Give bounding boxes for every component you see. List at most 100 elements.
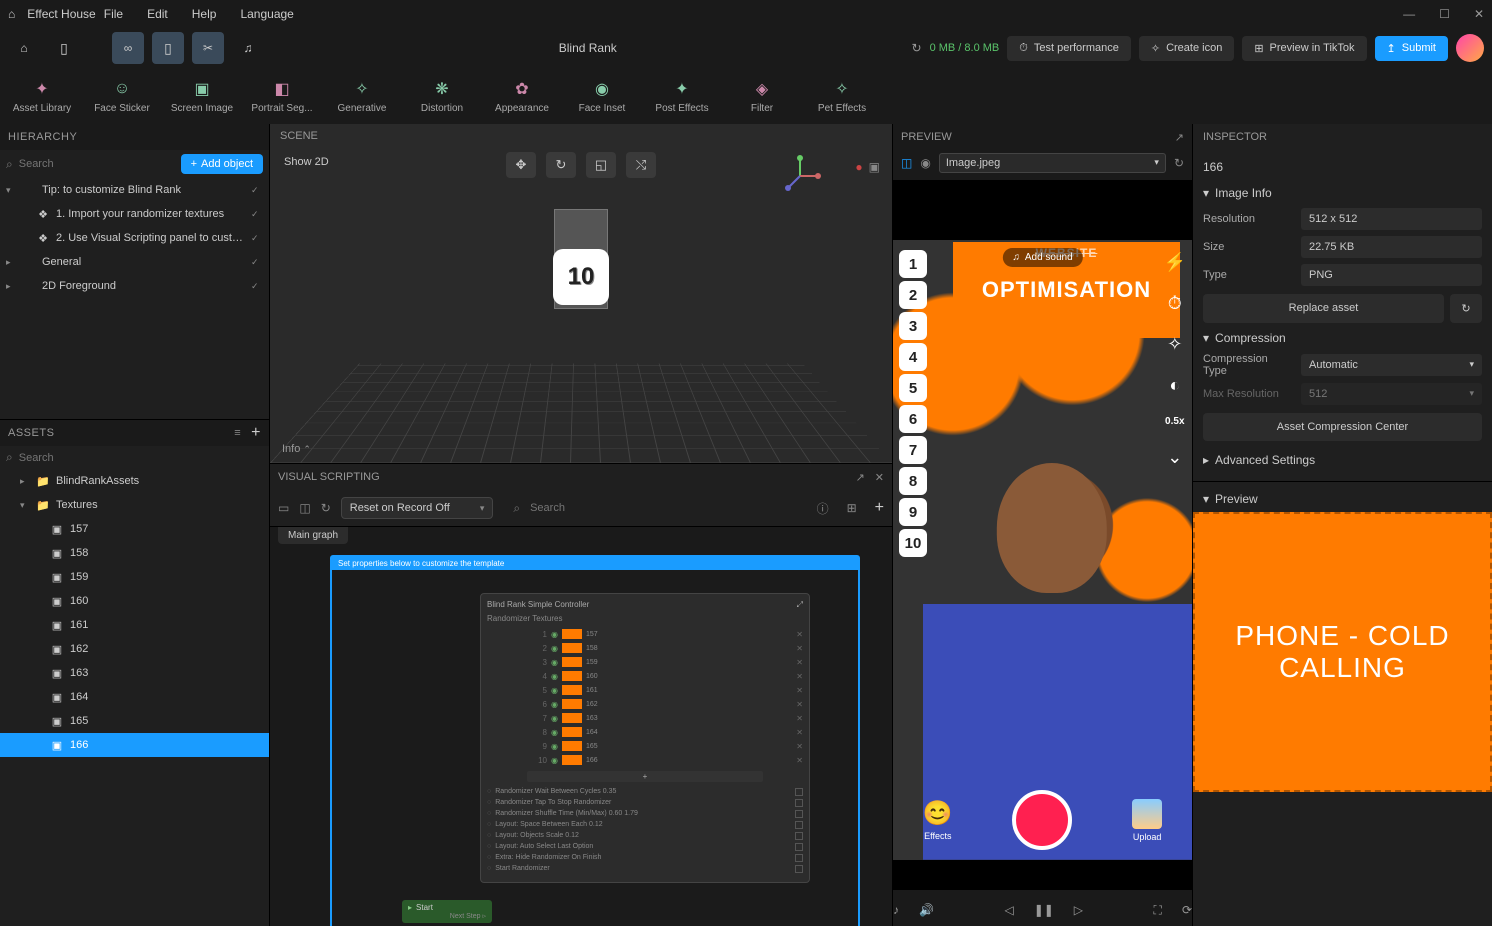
node-output[interactable]: Selected Rank Index ▸ [868, 747, 892, 761]
asset-item[interactable]: ▾📁Textures [0, 493, 269, 517]
texture-row[interactable]: 1◉157✕ [487, 627, 803, 641]
volume-icon[interactable]: 🔊 [919, 903, 934, 917]
ar-icon[interactable]: ◫ [901, 156, 912, 170]
node-setting-row[interactable]: ○ Randomizer Tap To Stop Randomizer [487, 799, 803, 807]
chevron-down-icon[interactable] [1203, 186, 1209, 200]
asset-item[interactable]: ▣166 [0, 733, 269, 757]
refresh-graph-icon[interactable]: ↻ [321, 501, 331, 515]
camera-icon[interactable]: ◉ [920, 156, 930, 170]
chevron-down-icon[interactable] [1203, 331, 1209, 345]
timer-icon[interactable]: ⏱ [1168, 293, 1182, 314]
tiktok-icon[interactable]: ♪ [893, 903, 899, 917]
fullscreen-icon[interactable]: ⛶ [1154, 903, 1162, 918]
add-asset-icon[interactable]: + [251, 424, 261, 442]
hierarchy-item[interactable]: ❖2. Use Visual Scripting panel to custo.… [0, 226, 269, 250]
replace-asset-button[interactable]: Replace asset [1203, 294, 1444, 323]
minimize-icon[interactable]: ― [1403, 7, 1415, 21]
rank-slot[interactable]: 6 [899, 405, 927, 433]
rank-slot[interactable]: 3 [899, 312, 927, 340]
ribbon-appearance[interactable]: ✿Appearance [482, 68, 562, 124]
show-2d-toggle[interactable]: Show 2D [284, 156, 329, 168]
rank-slot[interactable]: 1 [899, 250, 927, 278]
rank-slot[interactable]: 5 [899, 374, 927, 402]
node-output[interactable]: Selected Randomizer Index ▸ [868, 705, 892, 719]
node-output[interactable]: On First Unique Selected ▸ [868, 677, 892, 691]
node-output[interactable]: Selected Randomizer Texture ▸ [868, 719, 892, 733]
record-dot-icon[interactable]: ● [855, 160, 862, 174]
asset-item[interactable]: ▣164 [0, 685, 269, 709]
axis-gizmo[interactable] [778, 154, 822, 198]
hierarchy-item[interactable]: ▸General✓ [0, 250, 269, 274]
node-output[interactable]: On Rank Option Selected ▸ [868, 733, 892, 747]
ribbon-face-inset[interactable]: ◉Face Inset [562, 68, 642, 124]
tools-button[interactable]: ✂ [192, 32, 224, 64]
collapse-icon[interactable]: ▭ [278, 501, 289, 515]
submit-button[interactable]: ↥Submit [1375, 36, 1448, 61]
rank-slot[interactable]: 2 [899, 281, 927, 309]
rank-slot[interactable]: 9 [899, 498, 927, 526]
rank-slot[interactable]: 7 [899, 436, 927, 464]
record-button[interactable] [1012, 790, 1072, 850]
ribbon-portrait-seg-[interactable]: ◧Portrait Seg... [242, 68, 322, 124]
avatar[interactable] [1456, 34, 1484, 62]
asset-item[interactable]: ▸📁BlindRankAssets [0, 469, 269, 493]
texture-row[interactable]: 8◉164✕ [487, 725, 803, 739]
node-setting-row[interactable]: ○ Layout: Space Between Each 0.12 [487, 821, 803, 829]
close-icon[interactable]: ✕ [1474, 7, 1484, 21]
preview-viewport[interactable]: WEBSITE OPTIMISATION ♫Add sound 12345678… [893, 180, 1192, 890]
music-button[interactable]: ♫ [232, 32, 264, 64]
graph-canvas[interactable]: Main graph Set properties below to custo… [270, 526, 892, 926]
texture-row[interactable]: 10◉166✕ [487, 753, 803, 767]
asset-item[interactable]: ▣157 [0, 517, 269, 541]
more-icon[interactable]: ⌄ [1167, 447, 1182, 468]
home-button[interactable]: ⌂ [8, 32, 40, 64]
node-setting-row[interactable]: ○ Layout: Auto Select Last Option [487, 843, 803, 851]
node-output[interactable]: On Randomizer Selected ▸ [868, 691, 892, 705]
grid-icon[interactable]: ⊞ [847, 501, 857, 515]
popout-preview-icon[interactable]: ↗ [1175, 131, 1184, 144]
compression-center-button[interactable]: Asset Compression Center [1203, 413, 1482, 441]
ribbon-face-sticker[interactable]: ☺Face Sticker [82, 68, 162, 124]
asset-item[interactable]: ▣159 [0, 565, 269, 589]
close-panel-icon[interactable]: ✕ [875, 471, 884, 484]
transform-tool-icon[interactable]: ⤭ [626, 152, 656, 178]
scale-tool-icon[interactable]: ◱ [586, 152, 616, 178]
rank-slot[interactable]: 10 [899, 529, 927, 557]
reset-mode-select[interactable]: Reset on Record Off▾ [341, 497, 494, 519]
texture-row[interactable]: 7◉163✕ [487, 711, 803, 725]
rotate-icon[interactable]: ⟳ [1182, 903, 1192, 917]
texture-row[interactable]: 6◉162✕ [487, 697, 803, 711]
hierarchy-item[interactable]: ❖1. Import your randomizer textures✓ [0, 202, 269, 226]
phone-button[interactable]: ▯ [152, 32, 184, 64]
add-row-button[interactable]: + [527, 771, 763, 782]
info-icon[interactable]: ⓘ [817, 500, 829, 517]
scene-viewport[interactable]: SCENE Show 2D ✥ ↻ ◱ ⤭ ● ▣ 10 Info ⌃ [270, 124, 892, 464]
chevron-right-icon[interactable] [1203, 453, 1209, 467]
test-performance-button[interactable]: ⏱Test performance [1007, 36, 1131, 61]
controller-node[interactable]: Blind Rank Simple Controller⤢ Randomizer… [480, 593, 810, 883]
layers-icon[interactable]: ◫ [299, 501, 310, 515]
home-icon[interactable]: ⌂ [8, 7, 15, 21]
pause-icon[interactable]: ❚❚ [1034, 903, 1054, 917]
ribbon-generative[interactable]: ✧Generative [322, 68, 402, 124]
graph-comment-node[interactable]: Set properties below to customize the te… [330, 555, 860, 926]
popout-icon[interactable]: ↗ [856, 471, 865, 484]
create-icon-button[interactable]: ✧Create icon [1139, 36, 1234, 61]
texture-row[interactable]: 9◉165✕ [487, 739, 803, 753]
refresh-preview-icon[interactable]: ↻ [1174, 156, 1184, 170]
preview-tiktok-button[interactable]: ⊞Preview in TikTok [1242, 36, 1366, 61]
texture-row[interactable]: 2◉158✕ [487, 641, 803, 655]
expand-icon[interactable]: ⤢ [797, 600, 803, 610]
ribbon-asset-library[interactable]: ✦Asset Library [2, 68, 82, 124]
camera-icon[interactable]: ▣ [869, 160, 880, 174]
rotate-tool-icon[interactable]: ↻ [546, 152, 576, 178]
rank-slot[interactable]: 4 [899, 343, 927, 371]
asset-item[interactable]: ▣162 [0, 637, 269, 661]
filters-icon[interactable]: ◐ [1169, 375, 1180, 396]
menu-file[interactable]: File [104, 7, 123, 21]
upload-button[interactable]: Upload [1132, 799, 1162, 842]
assets-search-input[interactable] [19, 452, 263, 464]
start-node[interactable]: ▸Start Next Step ▹ [402, 900, 492, 923]
device-button[interactable]: ▯ [48, 32, 80, 64]
maximize-icon[interactable]: ☐ [1439, 7, 1450, 21]
